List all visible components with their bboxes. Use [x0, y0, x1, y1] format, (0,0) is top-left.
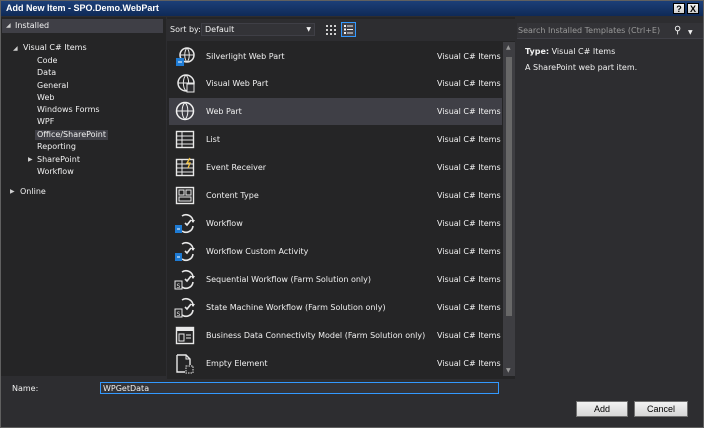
window-title: Add New Item - SPO.Demo.WebPart	[6, 3, 159, 13]
tree-item-wpf[interactable]: WPF	[37, 117, 54, 127]
template-row[interactable]: S Sequential Workflow (Farm Solution onl…	[169, 266, 502, 293]
template-row[interactable]: S State Machine Workflow (Farm Solution …	[169, 294, 502, 321]
search-box[interactable]: Search Installed Templates (Ctrl+E) ⚲ ▼	[517, 23, 703, 39]
template-row[interactable]: Silverlight Web Part Visual C# Items	[169, 43, 502, 70]
search-icon[interactable]: ⚲	[674, 24, 681, 38]
tree-item-data[interactable]: Data	[37, 68, 56, 78]
type-value: Visual C# Items	[551, 47, 616, 56]
template-name: Workflow Custom Activity	[206, 247, 309, 256]
template-type: Visual C# Items	[437, 219, 501, 228]
list-icon	[175, 130, 195, 149]
name-label: Name:	[12, 384, 39, 393]
template-type: Visual C# Items	[437, 52, 501, 61]
workflow-icon	[175, 213, 195, 234]
search-placeholder: Search Installed Templates (Ctrl+E)	[518, 26, 661, 35]
scroll-down-arrow-icon[interactable]: ▼	[506, 367, 511, 374]
list-view-icon[interactable]	[341, 22, 356, 37]
sequential-workflow-icon: S	[174, 269, 195, 290]
tree-item-reporting[interactable]: Reporting	[37, 142, 76, 152]
scrollbar-thumb[interactable]	[506, 57, 512, 316]
tree-item-workflow[interactable]: Workflow	[37, 167, 74, 177]
template-name: Business Data Connectivity Model (Farm S…	[206, 331, 426, 340]
template-type: Visual C# Items	[437, 247, 501, 256]
template-type: Visual C# Items	[437, 191, 501, 200]
template-row[interactable]: Content Type Visual C# Items	[169, 182, 502, 209]
tree-item-windows-forms[interactable]: Windows Forms	[37, 105, 100, 115]
sort-value: Default	[205, 25, 235, 34]
template-name: Web Part	[206, 107, 242, 116]
close-button[interactable]: X	[687, 3, 699, 14]
state-machine-workflow-icon: S	[174, 297, 195, 318]
content-type-icon	[175, 186, 195, 205]
template-name: Workflow	[206, 219, 243, 228]
collapse-triangle-icon: ◢	[6, 22, 11, 29]
visual-webpart-icon	[177, 74, 195, 93]
template-name: Sequential Workflow (Farm Solution only)	[206, 275, 371, 284]
tree-item-office-sharepoint[interactable]: Office/SharePoint	[35, 130, 108, 140]
template-row[interactable]: Empty Element Visual C# Items	[169, 350, 502, 376]
sort-label: Sort by:	[170, 25, 201, 34]
tree-item-code[interactable]: Code	[37, 56, 57, 66]
type-line: Type: Visual C# Items	[525, 47, 615, 56]
template-type: Visual C# Items	[437, 331, 501, 340]
add-new-item-dialog: Add New Item - SPO.Demo.WebPart ? X ◢ In…	[0, 0, 704, 428]
title-bar: Add New Item - SPO.Demo.WebPart ? X	[1, 1, 703, 16]
expand-triangle-icon[interactable]: ▶	[28, 156, 33, 163]
template-name: List	[206, 135, 220, 144]
template-row[interactable]: Workflow Custom Activity Visual C# Items	[169, 238, 502, 265]
tree-item-sharepoint[interactable]: SharePoint	[37, 155, 80, 165]
template-type: Visual C# Items	[437, 79, 501, 88]
template-type: Visual C# Items	[437, 275, 501, 284]
template-description: A SharePoint web part item.	[525, 63, 638, 72]
template-name: Visual Web Part	[206, 79, 269, 88]
template-name: Content Type	[206, 191, 259, 200]
template-row[interactable]: Business Data Connectivity Model (Farm S…	[169, 322, 502, 349]
tree-item-general[interactable]: General	[37, 81, 69, 91]
tree-item-visual-csharp[interactable]: Visual C# Items	[23, 43, 87, 53]
template-row-selected[interactable]: Web Part Visual C# Items	[169, 98, 502, 125]
tree-header-installed[interactable]: ◢ Installed	[2, 19, 163, 33]
webpart-icon	[175, 101, 195, 121]
template-row[interactable]: Workflow Visual C# Items	[169, 210, 502, 237]
template-row[interactable]: List Visual C# Items	[169, 126, 502, 153]
template-row[interactable]: Event Receiver Visual C# Items	[169, 154, 502, 181]
template-name: Empty Element	[206, 359, 268, 368]
footer: Name: Add Cancel	[1, 379, 703, 427]
template-type: Visual C# Items	[437, 163, 501, 172]
template-name: State Machine Workflow (Farm Solution on…	[206, 303, 386, 312]
expand-triangle-icon[interactable]: ▶	[10, 188, 15, 195]
name-input[interactable]	[100, 382, 499, 394]
grid-view-icon[interactable]	[323, 22, 338, 37]
empty-element-icon	[176, 354, 194, 374]
search-options-chevron-icon[interactable]: ▼	[688, 26, 693, 40]
tree-item-web[interactable]: Web	[37, 93, 54, 103]
workflow-activity-icon	[175, 241, 195, 262]
details-pane: Search Installed Templates (Ctrl+E) ⚲ ▼ …	[517, 19, 703, 379]
silverlight-webpart-icon	[176, 47, 195, 66]
svg-text:S: S	[177, 283, 181, 290]
template-name: Event Receiver	[206, 163, 267, 172]
template-type: Visual C# Items	[437, 359, 501, 368]
chevron-down-icon: ▼	[306, 26, 311, 33]
svg-text:S: S	[177, 311, 181, 318]
cancel-button[interactable]: Cancel	[634, 401, 688, 417]
sort-dropdown[interactable]: Default ▼	[201, 23, 315, 36]
template-row[interactable]: Visual Web Part Visual C# Items	[169, 70, 502, 97]
template-list: Silverlight Web Part Visual C# Items Vis…	[169, 42, 502, 376]
tree-item-online[interactable]: Online	[20, 187, 46, 197]
template-type: Visual C# Items	[437, 303, 501, 312]
scroll-up-arrow-icon[interactable]: ▲	[506, 44, 511, 51]
bdc-model-icon	[175, 326, 195, 345]
template-list-scrollbar[interactable]: ▲ ▼	[503, 42, 515, 376]
template-type: Visual C# Items	[437, 107, 501, 116]
template-name: Silverlight Web Part	[206, 52, 285, 61]
type-label: Type:	[525, 47, 550, 56]
sort-toolbar: Sort by: Default ▼	[167, 19, 515, 41]
template-type: Visual C# Items	[437, 135, 501, 144]
expanded-triangle-icon[interactable]: ◢	[13, 45, 18, 52]
event-receiver-icon	[175, 157, 195, 177]
help-button[interactable]: ?	[673, 3, 685, 14]
add-button[interactable]: Add	[576, 401, 628, 417]
